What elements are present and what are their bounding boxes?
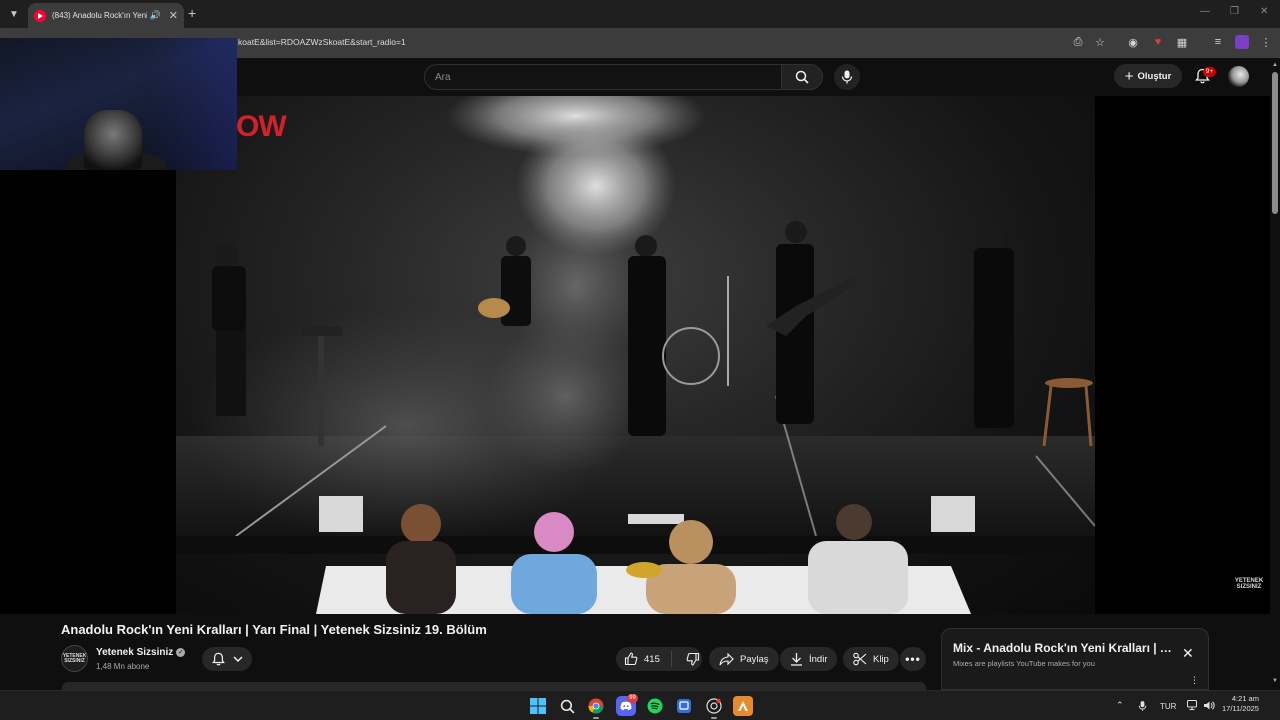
youtube-favicon-icon <box>34 9 46 22</box>
obs-record-icon[interactable] <box>704 696 724 716</box>
extensions-puzzle-icon[interactable]: ▦ <box>1174 34 1190 50</box>
url-text[interactable]: koatE&list=RDOAZWzSkoatE&start_radio=1 <box>238 37 406 47</box>
like-count: 415 <box>644 653 660 665</box>
mix-title[interactable]: Mix - Anadolu Rock'ın Yeni Kralları | Ya… <box>953 641 1173 655</box>
windows-taskbar: 99 ⌃ TUR 4:21 am 17/11/2025 <box>0 690 1280 720</box>
clock-time: 4:21 am <box>1231 694 1259 703</box>
bell-icon <box>211 652 225 666</box>
more-actions-button[interactable]: ••• <box>900 647 926 671</box>
download-button[interactable]: İndir <box>780 647 838 671</box>
spotify-icon[interactable] <box>645 696 665 716</box>
download-label: İndir <box>809 653 828 665</box>
speaker-icon[interactable]: 🔊 <box>150 10 161 21</box>
video-title: Anadolu Rock'ın Yeni Kralları | Yarı Fin… <box>61 622 487 637</box>
like-dislike-group: 415 <box>616 647 702 671</box>
channel-logo-overlay: OW <box>236 110 287 143</box>
volume-icon[interactable] <box>1203 700 1215 713</box>
mix-close-icon[interactable]: ✕ <box>1182 645 1194 662</box>
extension-shield-icon[interactable]: ◉ <box>1125 34 1141 50</box>
plus-icon: + <box>1124 67 1134 85</box>
tray-expand-chevron-icon[interactable]: ⌃ <box>1116 700 1124 711</box>
thumbs-down-icon <box>686 652 700 666</box>
voice-search-button[interactable] <box>834 64 860 90</box>
tab-search-chevron-down-icon[interactable]: ▼ <box>4 4 24 24</box>
windows-start-icon[interactable] <box>528 696 548 716</box>
create-button[interactable]: + Oluştur <box>1114 64 1182 88</box>
channel-name[interactable]: Yetenek Sizsiniz ✓ <box>96 647 186 658</box>
mix-playlist-panel[interactable]: Mix - Anadolu Rock'ın Yeni Kralları | Ya… <box>941 628 1209 690</box>
scissors-icon <box>853 652 867 666</box>
extension-red-icon[interactable]: ♥ <box>1150 34 1166 50</box>
browser-tab-strip: ▼ (843) Anadolu Rock'ın Yeni Kralları 🔊 … <box>0 0 1280 28</box>
search-input[interactable]: Ara <box>424 64 782 90</box>
media-queue-icon[interactable]: ≡ <box>1210 34 1226 50</box>
create-label: Oluştur <box>1137 70 1172 82</box>
account-avatar[interactable] <box>1228 66 1249 87</box>
clip-label: Klip <box>873 653 889 665</box>
notification-count-badge: 9+ <box>1203 67 1216 77</box>
clip-button[interactable]: Klip <box>843 647 899 671</box>
tray-mic-icon[interactable] <box>1138 700 1147 714</box>
chrome-icon[interactable] <box>586 696 606 716</box>
webcam-backlight <box>150 38 237 170</box>
channel-name-text[interactable]: Yetenek Sizsiniz <box>96 647 173 658</box>
search-placeholder: Ara <box>435 72 451 83</box>
subscription-bell-button[interactable] <box>202 647 252 671</box>
webcam-person-face <box>84 110 142 170</box>
page-scrollbar-thumb[interactable] <box>1272 72 1278 214</box>
restore-icon[interactable]: ❐ <box>1230 6 1239 17</box>
subscriber-count: 1,48 Mn abone <box>96 662 150 671</box>
dislike-button[interactable] <box>678 652 700 666</box>
channel-avatar[interactable]: YETENEK SIZSINIZ <box>61 645 88 672</box>
stage-performance-image <box>176 96 1095 614</box>
tab-title: (843) Anadolu Rock'ın Yeni Kralları <box>52 11 147 20</box>
chrome-active-indicator <box>593 717 599 719</box>
minimize-icon[interactable]: — <box>1200 6 1210 17</box>
app-window-icon[interactable] <box>674 696 694 716</box>
chevron-down-icon <box>232 656 243 663</box>
search-button[interactable] <box>781 64 823 90</box>
profile-icon[interactable] <box>1234 34 1250 50</box>
webcam-overlay <box>0 38 237 170</box>
scroll-down-arrow-icon[interactable]: ▼ <box>1272 678 1278 684</box>
orange-app-icon[interactable] <box>733 696 753 716</box>
mix-subtitle: Mixes are playlists YouTube makes for yo… <box>953 659 1095 668</box>
new-tab-plus-icon[interactable]: + <box>188 5 196 21</box>
mix-menu-icon[interactable]: ⋮ <box>1190 675 1199 686</box>
install-app-icon[interactable]: ⎙ <box>1070 34 1086 50</box>
video-player[interactable]: OW YETENEK SIZSINIZ <box>0 96 1270 614</box>
bookmark-star-icon[interactable]: ☆ <box>1092 34 1108 50</box>
clock-date: 17/11/2025 <box>1222 704 1259 713</box>
system-clock[interactable]: 4:21 am 17/11/2025 <box>1222 694 1259 714</box>
thumbs-up-icon <box>624 652 638 666</box>
download-icon <box>791 653 802 666</box>
discord-badge: 99 <box>627 694 638 703</box>
taskbar-search-icon[interactable] <box>557 696 577 716</box>
tab-close-icon[interactable]: ✕ <box>169 9 178 22</box>
video-watermark: YETENEK SIZSINIZ <box>1234 578 1264 590</box>
verified-check-icon: ✓ <box>176 647 186 657</box>
like-button[interactable]: 415 <box>616 651 672 667</box>
browser-menu-icon[interactable]: ⋮ <box>1258 34 1274 50</box>
description-box[interactable] <box>62 682 926 690</box>
share-label: Paylaş <box>740 653 769 665</box>
share-icon <box>719 652 734 665</box>
network-icon[interactable] <box>1187 700 1199 713</box>
language-indicator[interactable]: TUR <box>1160 702 1176 711</box>
window-close-icon[interactable]: ✕ <box>1260 6 1268 17</box>
obs-active-indicator <box>711 717 717 719</box>
browser-tab-active[interactable]: (843) Anadolu Rock'ın Yeni Kralları 🔊 ✕ <box>28 3 184 28</box>
mic-icon <box>841 70 853 84</box>
scroll-up-arrow-icon[interactable]: ▲ <box>1272 62 1278 68</box>
video-frame[interactable]: OW <box>176 96 1095 614</box>
share-button[interactable]: Paylaş <box>709 647 779 671</box>
search-icon <box>795 70 809 84</box>
